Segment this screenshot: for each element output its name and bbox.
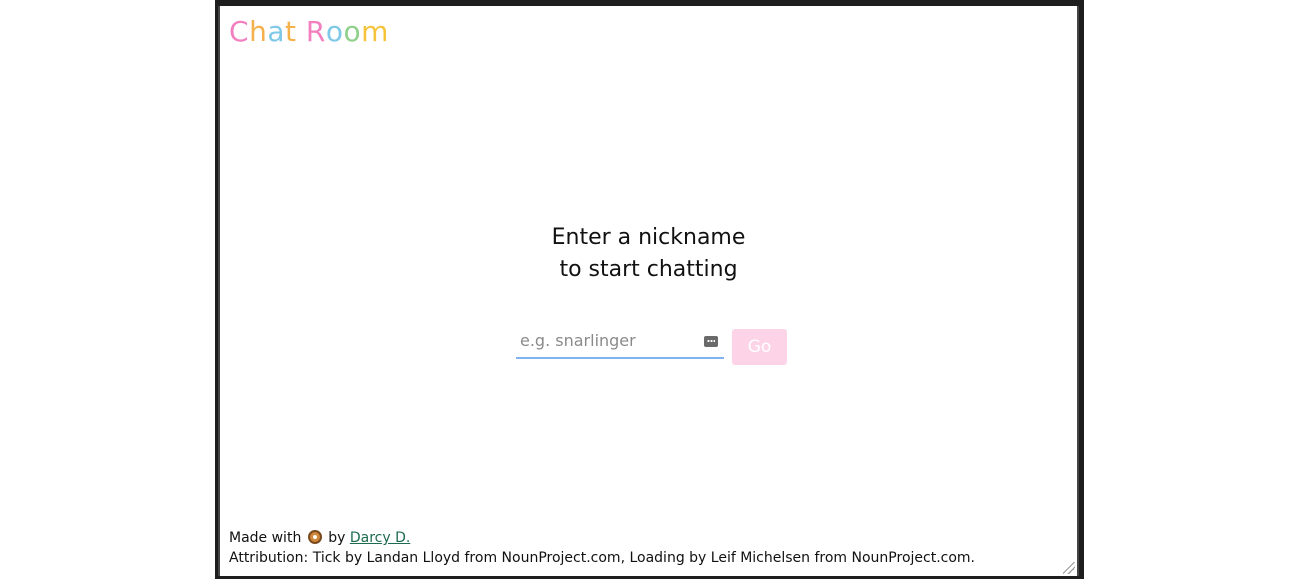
donut-icon <box>307 530 322 544</box>
by-text: by <box>328 530 346 546</box>
attribution-text: Attribution: Tick by Landan Lloyd from N… <box>229 550 975 566</box>
made-with-line: Made with by Darcy D. <box>229 528 975 548</box>
go-button[interactable]: Go <box>732 329 787 365</box>
brand-letter: C <box>229 15 250 48</box>
prompt-line-2: to start chatting <box>559 257 738 282</box>
brand-letter: a <box>267 15 285 48</box>
brand-letter: R <box>305 15 326 48</box>
app-content: Chat Room Enter a nickname to start chat… <box>218 6 1079 576</box>
footer: Made with by Darcy D. Attribution: Tick … <box>229 528 975 568</box>
brand-letter: t <box>284 15 297 48</box>
brand-letter: m <box>361 15 389 48</box>
author-link[interactable]: Darcy D. <box>350 530 410 546</box>
nickname-field <box>516 323 724 359</box>
made-with-text: Made with <box>229 530 302 546</box>
brand-letter: o <box>343 15 362 48</box>
brand-letter: h <box>249 15 268 48</box>
brand-letter <box>296 15 305 48</box>
keyboard-dots-icon[interactable] <box>704 336 718 347</box>
app-window: Chat Room Enter a nickname to start chat… <box>215 0 1084 579</box>
prompt-line-1: Enter a nickname <box>551 225 746 250</box>
nickname-form: Go <box>516 323 787 365</box>
brand-letter: o <box>325 15 344 48</box>
nickname-input[interactable] <box>516 323 704 357</box>
resize-handle[interactable] <box>1063 562 1075 574</box>
brand-title: Chat Room <box>229 15 389 48</box>
nickname-prompt: Enter a nickname to start chatting <box>220 222 1077 286</box>
